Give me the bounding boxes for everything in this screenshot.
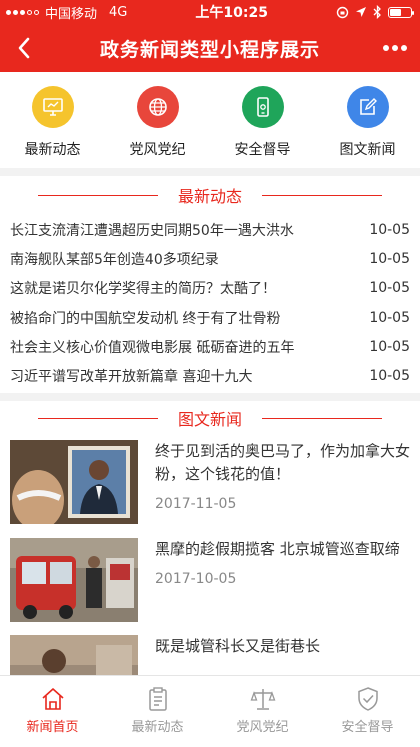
news-date: 10-05 — [369, 338, 410, 355]
news-item[interactable]: 这就是诺贝尔化学奖得主的简历？太酷了！ 10-05 — [0, 274, 420, 303]
tab-home[interactable]: 新闻首页 — [0, 676, 105, 747]
news-item[interactable]: 南海舰队某部5年创造40多项纪录 10-05 — [0, 244, 420, 273]
edit-icon — [346, 86, 389, 128]
shield-check-icon — [357, 687, 378, 711]
category-grid: 最新动态 党风党纪 安全督导 图文新闻 — [0, 72, 420, 176]
category-label: 图文新闻 — [339, 142, 396, 158]
news-thumbnail-obama — [10, 440, 138, 524]
battery-icon — [387, 6, 414, 18]
news-date: 10-05 — [369, 309, 410, 326]
news-title: 被掐命门的中国航空发动机 终于有了壮骨粉 — [10, 310, 281, 327]
news-title: 南海舰队某部5年创造40多项纪录 — [10, 251, 219, 268]
tab-label: 最新动态 — [131, 720, 184, 735]
picture-news-title: 终于见到活的奥巴马了，作为加拿大女粉，这个钱花的值！ — [155, 442, 411, 483]
section-divider — [0, 393, 420, 401]
back-button[interactable] — [10, 34, 38, 62]
location-icon — [355, 7, 366, 17]
category-label: 安全督导 — [234, 142, 291, 158]
back-arrow-icon — [18, 37, 30, 59]
picture-news-title: 黑摩的趁假期揽客 北京城管巡查取缔 — [155, 540, 400, 558]
section-heading-picture-news: 图文新闻 — [0, 403, 420, 433]
category-safety[interactable]: 安全督导 — [210, 72, 315, 168]
more-menu-button[interactable] — [380, 38, 410, 58]
picture-news-title: 既是城管科长又是街巷长 — [155, 637, 321, 655]
monitor-icon — [31, 86, 74, 128]
carrier: 中国移动 — [45, 6, 98, 22]
category-latest[interactable]: 最新动态 — [0, 72, 105, 168]
category-label: 最新动态 — [24, 142, 81, 158]
news-date: 10-05 — [369, 368, 410, 385]
section-title: 最新动态 — [177, 187, 242, 206]
status-bar: 中国移动 4G 上午10:25 — [0, 0, 420, 24]
phone-icon — [241, 86, 284, 128]
home-icon — [41, 688, 64, 710]
news-item[interactable]: 社会主义核心价值观微电影展 砥砺奋进的五年 10-05 — [0, 332, 420, 361]
section-title: 图文新闻 — [177, 410, 242, 429]
tab-label: 安全督导 — [341, 720, 394, 735]
news-title: 这就是诺贝尔化学奖得主的简历？太酷了！ — [10, 281, 276, 298]
header: 中国移动 4G 上午10:25 政务新闻类型小程序展示 — [0, 0, 420, 72]
rotation-lock-icon — [336, 6, 349, 18]
clipboard-icon — [148, 687, 167, 711]
status-time: 上午10:25 — [195, 5, 268, 21]
tab-safety[interactable]: 安全督导 — [315, 676, 420, 747]
news-thumbnail-street — [10, 538, 138, 622]
news-item[interactable]: 长江支流清江遭遇超历史同期50年一遇大洪水 10-05 — [0, 215, 420, 244]
news-title: 长江支流清江遭遇超历史同期50年一遇大洪水 — [10, 222, 294, 239]
news-title: 社会主义核心价值观微电影展 砥砺奋进的五年 — [10, 339, 295, 356]
news-date: 10-05 — [369, 250, 410, 267]
tab-party-discipline[interactable]: 党风党纪 — [210, 676, 315, 747]
globe-icon — [136, 86, 179, 128]
picture-news-item[interactable]: 终于见到活的奥巴马了，作为加拿大女粉，这个钱花的值！ 2017-11-05 — [0, 440, 420, 524]
news-date: 10-05 — [369, 280, 410, 297]
news-date: 10-05 — [369, 221, 410, 238]
nav-bar: 政务新闻类型小程序展示 — [0, 24, 420, 72]
section-heading-latest: 最新动态 — [0, 180, 420, 210]
bluetooth-icon — [373, 5, 381, 19]
tab-label: 党风党纪 — [236, 720, 289, 735]
category-party-discipline[interactable]: 党风党纪 — [105, 72, 210, 168]
picture-news-date: 2017-10-05 — [155, 571, 237, 587]
category-picture-news[interactable]: 图文新闻 — [315, 72, 420, 168]
tab-label: 新闻首页 — [26, 720, 79, 735]
latest-news-list: 长江支流清江遭遇超历史同期50年一遇大洪水 10-05 南海舰队某部5年创造40多… — [0, 215, 420, 391]
page-title: 政务新闻类型小程序展示 — [99, 38, 320, 61]
tab-latest[interactable]: 最新动态 — [105, 676, 210, 747]
picture-news-item[interactable]: 黑摩的趁假期揽客 北京城管巡查取缔 2017-10-05 — [0, 538, 420, 622]
category-label: 党风党纪 — [129, 142, 186, 158]
picture-news-date: 2017-11-05 — [155, 496, 237, 512]
news-item[interactable]: 习近平谱写改革开放新篇章 喜迎十九大 10-05 — [0, 361, 420, 390]
signal-icon — [6, 9, 39, 15]
news-item[interactable]: 被掐命门的中国航空发动机 终于有了壮骨粉 10-05 — [0, 303, 420, 332]
tab-bar: 新闻首页 最新动态 党风党纪 安全督导 — [0, 675, 420, 747]
network-type: 4G — [109, 4, 128, 20]
scales-icon — [250, 689, 275, 710]
app-screen: 中国移动 4G 上午10:25 政务新闻类型小程序展示 最新动态 党风党纪 安全… — [0, 0, 420, 747]
news-title: 习近平谱写改革开放新篇章 喜迎十九大 — [10, 369, 253, 386]
